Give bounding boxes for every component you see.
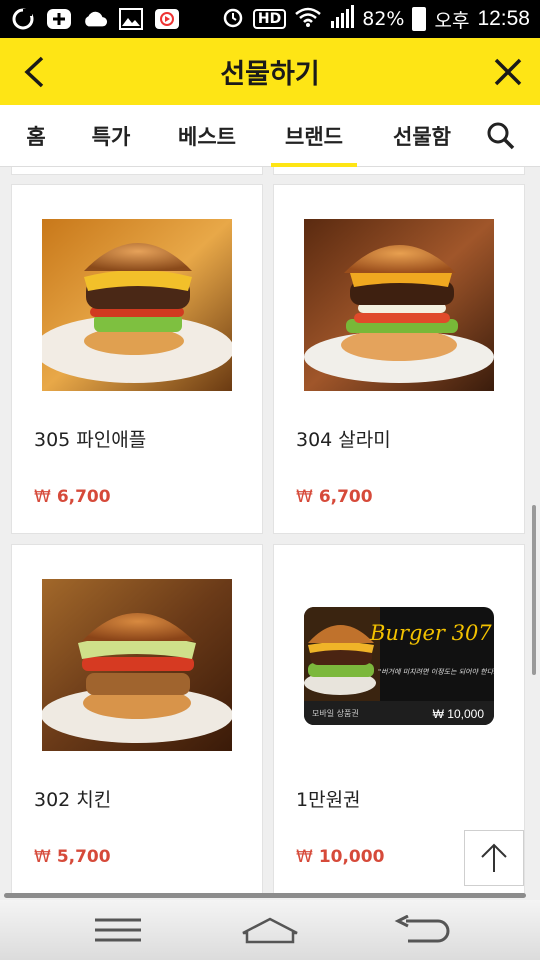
burger-salami-photo bbox=[304, 219, 494, 391]
product-name: 304 살라미 bbox=[296, 429, 391, 451]
tab-home[interactable]: 홈 bbox=[18, 105, 54, 167]
battery-icon bbox=[412, 7, 427, 31]
signal-icon bbox=[330, 4, 355, 34]
system-nav-bar bbox=[0, 900, 540, 960]
product-card[interactable]: 302 치킨 ₩5,700 bbox=[11, 544, 263, 894]
cloud-icon bbox=[82, 8, 108, 30]
image-icon bbox=[118, 8, 144, 30]
gift-card-tagline: "버거에 미치려면 이정도는 되어야 한다!" bbox=[378, 668, 494, 676]
alarm-icon bbox=[221, 5, 245, 34]
gift-card-image: Burger 307 "버거에 미치려면 이정도는 되어야 한다!" 모바일 상… bbox=[304, 607, 494, 725]
app-o-icon bbox=[10, 8, 36, 30]
back-nav-button[interactable] bbox=[392, 910, 452, 950]
menu-button[interactable] bbox=[88, 910, 148, 950]
scroll-to-top-button[interactable] bbox=[464, 830, 524, 886]
tab-best[interactable]: 베스트 bbox=[174, 105, 240, 167]
product-grid: 305 파인애플 ₩6,700 304 살라미 ₩6,700 302 치킨 ₩ … bbox=[0, 167, 540, 900]
clock-time: 12:58 bbox=[477, 7, 530, 30]
arrow-up-icon bbox=[481, 843, 507, 872]
card-stub bbox=[273, 167, 525, 175]
burger-chicken-photo bbox=[42, 579, 232, 751]
status-bar: HD 82% 오후 12:58 bbox=[0, 0, 540, 38]
search-button[interactable] bbox=[486, 121, 516, 151]
horizontal-scrollbar bbox=[4, 893, 526, 898]
tab-special[interactable]: 특가 bbox=[86, 105, 136, 167]
product-price: ₩10,000 bbox=[296, 847, 385, 867]
tab-gift-box[interactable]: 선물함 bbox=[389, 105, 455, 167]
add-icon bbox=[46, 8, 72, 30]
product-name: 1만원권 bbox=[296, 789, 361, 811]
ampm-label: 오후 bbox=[434, 9, 470, 32]
battery-percent: 82% bbox=[362, 8, 405, 30]
card-stub bbox=[11, 167, 263, 175]
gift-card-mobile-label: 모바일 상품권 bbox=[312, 709, 359, 718]
tab-brand[interactable]: 브랜드 bbox=[271, 105, 357, 167]
gift-card-amount: ₩ 10,000 bbox=[432, 707, 484, 721]
product-price: ₩6,700 bbox=[296, 487, 373, 507]
burger-pineapple-photo bbox=[42, 219, 232, 391]
home-icon bbox=[242, 917, 298, 944]
back-button[interactable] bbox=[14, 52, 54, 92]
gift-card-brand: Burger 307 bbox=[370, 621, 492, 645]
product-name: 305 파인애플 bbox=[34, 429, 147, 451]
video-app-icon bbox=[154, 8, 180, 30]
product-price: ₩5,700 bbox=[34, 847, 111, 867]
chevron-left-icon bbox=[24, 56, 44, 88]
menu-icon bbox=[95, 918, 141, 942]
vertical-scrollbar[interactable] bbox=[532, 505, 536, 675]
close-button[interactable] bbox=[488, 52, 528, 92]
product-price: ₩6,700 bbox=[34, 487, 111, 507]
product-card[interactable]: 305 파인애플 ₩6,700 bbox=[11, 184, 263, 534]
page-title: 선물하기 bbox=[220, 59, 320, 90]
product-name: 302 치킨 bbox=[34, 789, 112, 811]
product-card[interactable]: 304 살라미 ₩6,700 bbox=[273, 184, 525, 534]
wifi-icon bbox=[294, 6, 322, 33]
search-icon bbox=[487, 122, 515, 150]
back-arrow-icon bbox=[394, 915, 450, 943]
app-bar: 선물하기 bbox=[0, 38, 540, 105]
home-button[interactable] bbox=[240, 910, 300, 950]
hd-badge: HD bbox=[252, 9, 287, 29]
category-tabs: 홈 특가 베스트 브랜드 선물함 bbox=[0, 105, 540, 167]
close-icon bbox=[494, 58, 522, 86]
